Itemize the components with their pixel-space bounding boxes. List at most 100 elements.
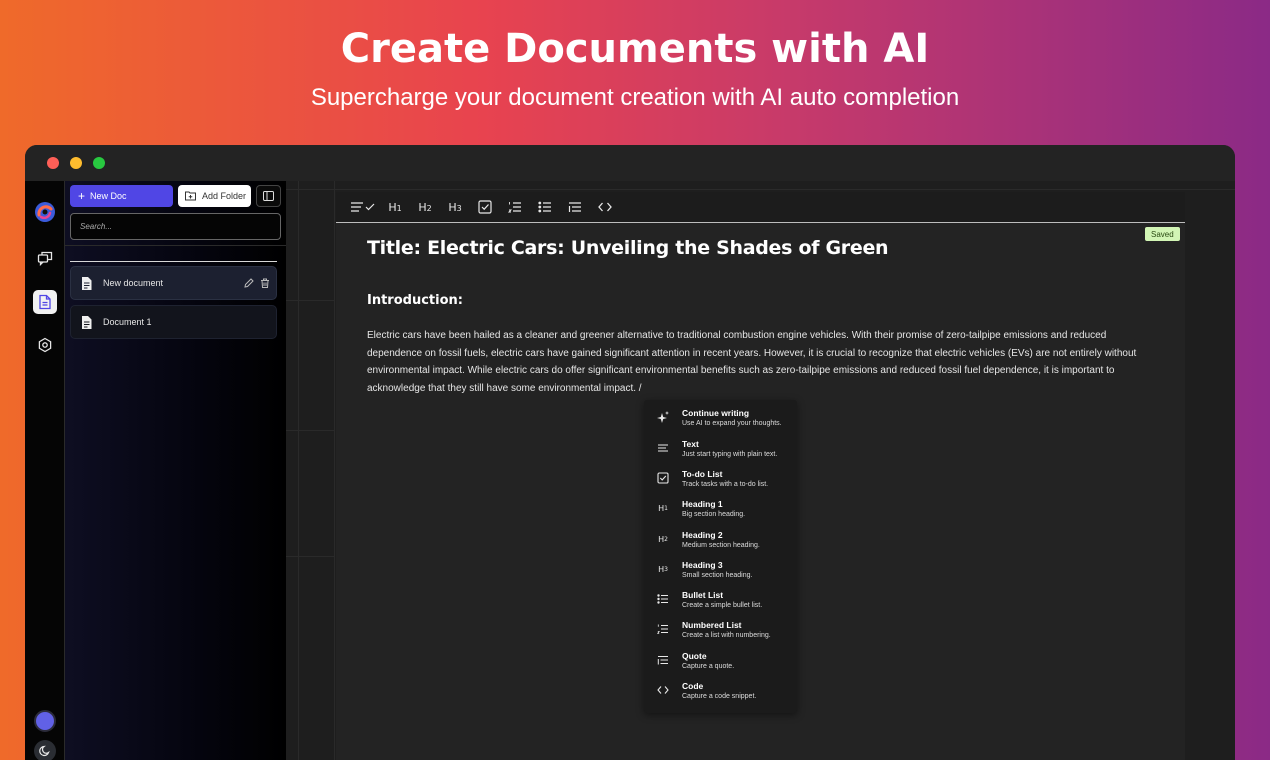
moon-icon[interactable]: [34, 740, 56, 760]
editor: H1 H2 H3 Saved Title: Electric Cars: Unv…: [336, 192, 1185, 760]
new-doc-button[interactable]: + New Doc: [70, 185, 173, 207]
code-icon: [655, 683, 671, 697]
quote-icon[interactable]: [560, 192, 590, 222]
menu-item-desc: Capture a quote.: [682, 663, 735, 670]
folder-plus-icon: [185, 191, 196, 201]
heading-3-sub: 3: [456, 203, 462, 213]
menu-item-title: Text: [682, 439, 699, 449]
trash-icon[interactable]: [260, 278, 270, 288]
slash-command-menu: Continue writing Use AI to expand your t…: [644, 400, 797, 713]
code-icon[interactable]: [590, 192, 620, 222]
grid-line: [286, 556, 334, 557]
search-input[interactable]: [70, 213, 281, 240]
file-icon: [82, 315, 92, 329]
grid-line: [286, 300, 334, 301]
align-icon[interactable]: [346, 192, 380, 222]
text-icon: [655, 441, 671, 455]
grid-line: [298, 181, 299, 760]
hero-subtitle: Supercharge your document creation with …: [310, 84, 960, 111]
heading-2-text: H: [418, 200, 427, 214]
heading-2-sub: 2: [426, 203, 432, 213]
icon-rail: [25, 181, 65, 760]
menu-item-desc: Small section heading.: [682, 572, 753, 579]
menu-item-desc: Just start typing with plain text.: [682, 451, 778, 458]
saved-badge: Saved: [1145, 227, 1180, 241]
file-icon: [82, 276, 92, 290]
sidebar-document-new-document[interactable]: New document: [70, 266, 277, 300]
menu-item-title: Heading 3: [682, 560, 723, 570]
heading-1-icon: H1: [658, 503, 668, 513]
heading-2-icon: H2: [658, 534, 668, 544]
menu-item-desc: Big section heading.: [682, 511, 746, 518]
menu-item-title: Continue writing: [682, 408, 750, 418]
maximize-window-button[interactable]: [93, 157, 105, 169]
bullet-list-icon[interactable]: [530, 192, 560, 222]
close-window-button[interactable]: [47, 157, 59, 169]
numbered-list-icon[interactable]: [500, 192, 530, 222]
document-label: New document: [103, 278, 164, 288]
sidebar: + New Doc Add Folder New document: [65, 181, 286, 760]
sidebar-toggle-button[interactable]: [256, 185, 281, 207]
menu-item-desc: Use AI to expand your thoughts.: [682, 420, 782, 427]
sidebar-divider: [65, 245, 286, 246]
menu-item-desc: Medium section heading.: [682, 542, 760, 549]
editor-toolbar: H1 H2 H3: [336, 192, 1185, 222]
app-window: + New Doc Add Folder New document: [25, 145, 1235, 760]
heading-1-text: H: [388, 200, 397, 214]
document-label: Document 1: [103, 317, 152, 327]
menu-item-numbered-list[interactable]: Numbered List Create a list with numberi…: [644, 614, 797, 644]
edit-icon[interactable]: [244, 278, 254, 288]
menu-item-todo-list[interactable]: To-do List Track tasks with a to-do list…: [644, 463, 797, 493]
new-doc-label: New Doc: [90, 191, 127, 201]
sidebar-panel-icon: [263, 191, 274, 201]
menu-item-title: Code: [682, 681, 704, 691]
document-title[interactable]: Title: Electric Cars: Unveiling the Shad…: [367, 237, 889, 259]
add-folder-button[interactable]: Add Folder: [178, 185, 251, 207]
menu-item-continue-writing[interactable]: Continue writing Use AI to expand your t…: [644, 402, 797, 432]
heading-3-icon: H3: [658, 564, 668, 574]
avatar[interactable]: [34, 710, 56, 732]
menu-item-desc: Track tasks with a to-do list.: [682, 481, 769, 488]
menu-item-title: Numbered List: [682, 620, 742, 630]
checkbox-icon: [655, 471, 671, 485]
heading-1-sub: 1: [396, 203, 402, 213]
heading-1-button[interactable]: H1: [380, 192, 410, 222]
menu-item-desc: Create a list with numbering.: [682, 632, 771, 639]
toolbar-divider: [336, 222, 1185, 223]
document-heading[interactable]: Introduction:: [367, 293, 463, 308]
grid-line: [286, 189, 1235, 190]
grid-line: [286, 430, 334, 431]
sidebar-document-document-1[interactable]: Document 1: [70, 305, 277, 339]
menu-item-desc: Create a simple bullet list.: [682, 602, 763, 609]
plus-icon: +: [78, 189, 86, 203]
menu-item-text[interactable]: Text Just start typing with plain text.: [644, 433, 797, 463]
menu-item-bullet-list[interactable]: Bullet List Create a simple bullet list.: [644, 584, 797, 614]
document-icon[interactable]: [33, 290, 57, 314]
quote-icon: [655, 653, 671, 667]
settings-icon[interactable]: [33, 333, 57, 357]
menu-item-title: Quote: [682, 651, 707, 661]
menu-item-title: Bullet List: [682, 590, 724, 600]
grid-line: [334, 181, 335, 760]
minimize-window-button[interactable]: [70, 157, 82, 169]
menu-item-desc: Capture a code snippet.: [682, 693, 757, 700]
app-logo-icon[interactable]: [33, 200, 57, 224]
sidebar-divider: [70, 261, 277, 262]
heading-2-button[interactable]: H2: [410, 192, 440, 222]
menu-item-title: Heading 1: [682, 499, 723, 509]
hero-title: Create Documents with AI: [340, 26, 930, 72]
menu-item-heading-1[interactable]: H1 Heading 1 Big section heading.: [644, 493, 797, 523]
chat-icon[interactable]: [33, 246, 57, 270]
menu-item-code[interactable]: Code Capture a code snippet.: [644, 675, 797, 705]
todo-list-icon[interactable]: [470, 192, 500, 222]
bullet-list-icon: [655, 592, 671, 606]
menu-item-heading-2[interactable]: H2 Heading 2 Medium section heading.: [644, 524, 797, 554]
heading-3-button[interactable]: H3: [440, 192, 470, 222]
menu-item-title: Heading 2: [682, 530, 723, 540]
sparkle-icon: [655, 410, 671, 424]
add-folder-label: Add Folder: [202, 191, 247, 201]
menu-item-title: To-do List: [682, 469, 723, 479]
document-body[interactable]: Electric cars have been hailed as a clea…: [367, 327, 1157, 398]
menu-item-quote[interactable]: Quote Capture a quote.: [644, 645, 797, 675]
menu-item-heading-3[interactable]: H3 Heading 3 Small section heading.: [644, 554, 797, 584]
